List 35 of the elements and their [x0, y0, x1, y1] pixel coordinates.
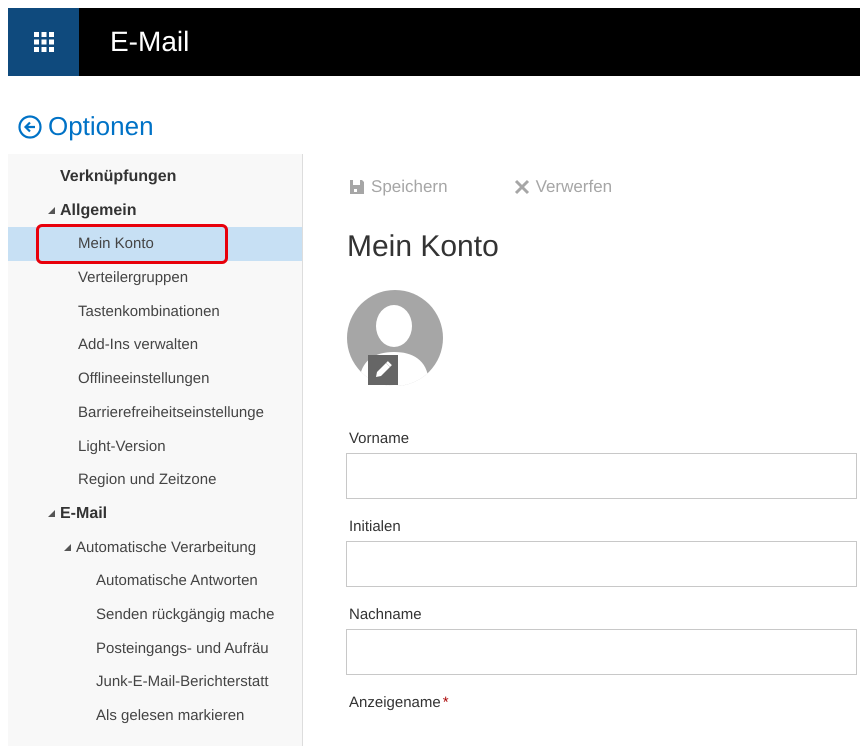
edit-photo-button[interactable]	[368, 355, 398, 385]
app-launcher-button[interactable]	[8, 8, 79, 76]
sidebar-item[interactable]: Senden rückgängig mache	[8, 598, 274, 632]
text-input-field[interactable]	[346, 629, 857, 675]
sidebar-item[interactable]: Automatische Antworten	[8, 564, 258, 598]
sidebar-item[interactable]: Verteilergruppen	[8, 261, 188, 295]
field-label: Anzeigename*	[349, 694, 449, 711]
field-label: Vorname	[349, 430, 410, 447]
expanded-caret-icon[interactable]	[64, 544, 71, 551]
sidebar-item[interactable]: Region und Zeitzone	[8, 463, 216, 497]
sidebar-item[interactable]: Als gelesen markieren	[8, 699, 244, 733]
sidebar-item[interactable]: Offlineeinstellungen	[8, 362, 210, 396]
page-title: Mein Konto	[347, 230, 500, 264]
back-link[interactable]: Optionen	[18, 111, 154, 142]
sidebar-item[interactable]: Add-Ins verwalten	[8, 328, 198, 362]
text-input-field[interactable]	[346, 453, 857, 499]
sidebar-item[interactable]: Barrierefreiheitseinstellunge	[8, 396, 264, 430]
save-icon	[349, 179, 365, 195]
sidebar-item[interactable]: Automatische Verarbeitung	[76, 530, 256, 564]
text-input-field[interactable]	[346, 541, 857, 587]
sidebar-item[interactable]: Light-Version	[8, 430, 166, 464]
app-title: E-Mail	[110, 26, 190, 58]
expanded-caret-icon[interactable]	[48, 207, 55, 214]
sidebar-item[interactable]: E-Mail	[60, 496, 108, 531]
sidebar-item[interactable]: Allgemein	[60, 194, 136, 228]
sidebar-item[interactable]: Posteingangs- und Aufräu	[8, 632, 269, 666]
field-label: Nachname	[349, 606, 422, 623]
sidebar-item[interactable]: Verknüpfungen	[8, 160, 176, 194]
field-label: Initialen	[349, 518, 401, 535]
sidebar-item[interactable]: Tastenkombinationen	[8, 294, 220, 328]
app-grid-icon	[34, 32, 54, 52]
close-icon	[514, 179, 530, 195]
sidebar-item[interactable]: Mein Konto	[8, 227, 302, 262]
expanded-caret-icon[interactable]	[48, 510, 55, 518]
sidebar-item[interactable]: Junk-E-Mail-Berichterstatt	[8, 665, 269, 699]
